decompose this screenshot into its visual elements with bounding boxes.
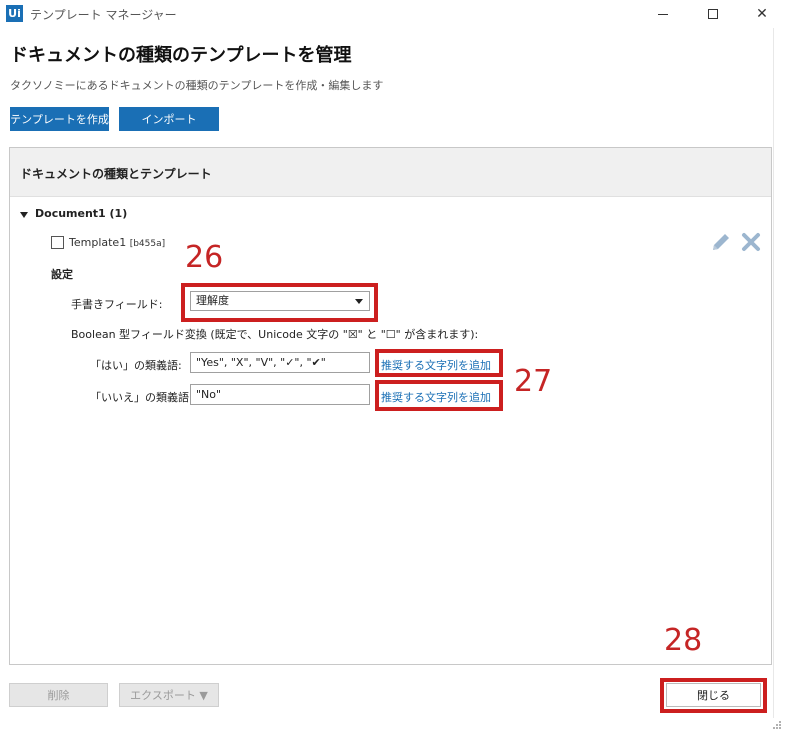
template-item[interactable]: Template1 [b455a] [69, 236, 165, 249]
panel-header: ドキュメントの種類とテンプレート [10, 148, 771, 197]
expand-arrow-icon[interactable] [20, 212, 28, 218]
template-checkbox[interactable] [51, 236, 64, 249]
uipath-logo-icon: Ui [6, 5, 23, 22]
resize-grip-icon[interactable] [770, 718, 782, 730]
window-title: テンプレート マネージャー [30, 8, 177, 22]
boolean-conversion-label: Boolean 型フィールド変換 (既定で、Unicode 文字の "☒" と … [71, 328, 479, 341]
delete-button[interactable]: 削除 [9, 683, 108, 707]
annotation-box-27-yes [375, 349, 503, 377]
page-subtitle: タクソノミーにあるドキュメントの種類のテンプレートを作成・編集します [10, 79, 384, 92]
close-button[interactable]: 閉じる [666, 683, 761, 707]
page-title: ドキュメントの種類のテンプレートを管理 [10, 45, 352, 66]
annotation-number-28: 28 [664, 623, 703, 658]
title-bar: Ui テンプレート マネージャー ✕ [0, 0, 785, 28]
handwriting-field-label: 手書きフィールド: [71, 298, 163, 311]
export-button[interactable]: エクスポート ▼ [119, 683, 219, 707]
delete-x-icon[interactable] [740, 231, 762, 253]
annotation-number-27: 27 [514, 364, 553, 399]
yes-synonyms-label: 「はい」の類義語: [90, 359, 182, 372]
close-icon: ✕ [756, 6, 768, 22]
close-window-button[interactable]: ✕ [739, 0, 785, 28]
annotation-box-27-no [375, 380, 503, 411]
import-button[interactable]: インポート [119, 107, 219, 131]
pencil-icon[interactable] [710, 231, 732, 253]
annotation-box-26 [181, 283, 378, 322]
document-tree-item[interactable]: Document1 (1) [35, 207, 127, 220]
settings-label: 設定 [51, 268, 73, 281]
no-synonyms-label: 「いいえ」の類義語: [90, 391, 193, 404]
template-id: [b455a] [129, 239, 166, 249]
create-template-button[interactable]: テンプレートを作成 [10, 107, 109, 131]
no-synonyms-input[interactable]: "No" [190, 384, 370, 405]
minimize-icon [658, 13, 668, 15]
template-name: Template1 [69, 236, 127, 249]
maximize-icon [708, 9, 718, 19]
panel-header-title: ドキュメントの種類とテンプレート [20, 167, 212, 181]
minimize-button[interactable] [640, 0, 686, 28]
annotation-number-26: 26 [185, 240, 224, 275]
yes-synonyms-input[interactable]: "Yes", "X", "V", "✓", "✔" [190, 352, 370, 373]
vertical-scrollbar[interactable] [773, 28, 785, 718]
maximize-button[interactable] [690, 0, 736, 28]
